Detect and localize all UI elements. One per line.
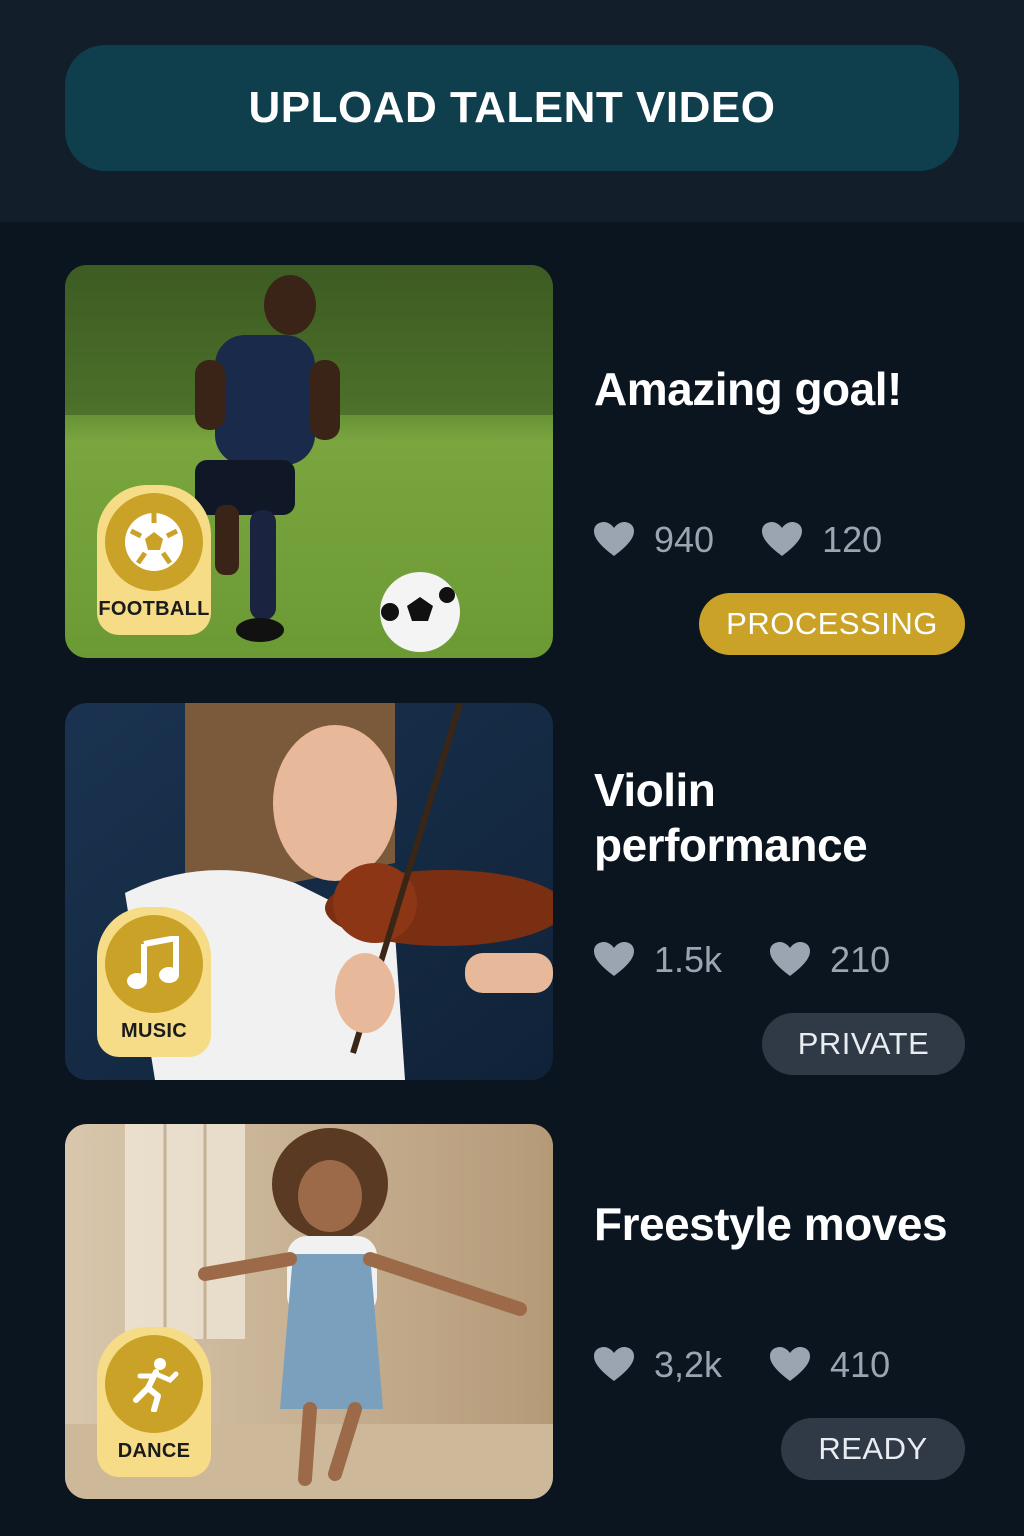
likes-stat: 940 [594,519,714,561]
heart-icon [770,1347,811,1381]
second-count: 120 [822,519,883,560]
likes-stat: 1.5k [594,939,722,981]
heart-icon [762,522,803,556]
video-thumbnail[interactable]: FOOTBALL [65,265,553,658]
second-count: 410 [830,1344,891,1385]
video-title: Violin performance [594,764,868,871]
category-badge: MUSIC [97,907,211,1057]
video-stats: 3,2k 410 [594,1344,938,1386]
second-stat: 410 [770,1344,890,1386]
video-title: Amazing goal! [594,363,902,415]
category-badge: DANCE [97,1327,211,1477]
upload-talent-video-button[interactable]: UPLOAD TALENT VIDEO [65,45,959,171]
video-card-football[interactable]: FOOTBALL Amazing goal! 940 120 PROCESSIN… [0,265,1024,658]
category-label: MUSIC [121,1020,187,1042]
likes-stat: 3,2k [594,1344,722,1386]
header-bar: UPLOAD TALENT VIDEO [0,0,1024,222]
video-card-music[interactable]: MUSIC Violin performance 1.5k 210 PRIVAT… [0,703,1024,1080]
status-badge: READY [781,1418,965,1480]
video-card-dance[interactable]: DANCE Freestyle moves 3,2k 410 READY [0,1124,1024,1499]
second-stat: 120 [762,519,882,561]
second-count: 210 [830,939,891,980]
video-thumbnail[interactable]: MUSIC [65,703,553,1080]
soccer-ball-icon [105,493,203,591]
video-stats: 940 120 [594,519,930,561]
status-badge: PRIVATE [762,1013,965,1075]
heart-icon [594,942,634,976]
second-stat: 210 [770,939,890,981]
music-note-icon [105,915,203,1013]
category-label: FOOTBALL [98,598,210,620]
video-stats: 1.5k 210 [594,939,938,981]
video-title: Freestyle moves [594,1198,948,1250]
dancer-icon [105,1335,203,1433]
category-badge: FOOTBALL [97,485,211,635]
video-thumbnail[interactable]: DANCE [65,1124,553,1499]
status-badge: PROCESSING [699,593,965,655]
heart-icon [594,1347,634,1381]
likes-count: 940 [654,519,715,560]
likes-count: 3,2k [654,1344,723,1385]
heart-icon [594,522,634,556]
heart-icon [770,942,811,976]
category-label: DANCE [117,1440,191,1462]
likes-count: 1.5k [654,939,723,980]
